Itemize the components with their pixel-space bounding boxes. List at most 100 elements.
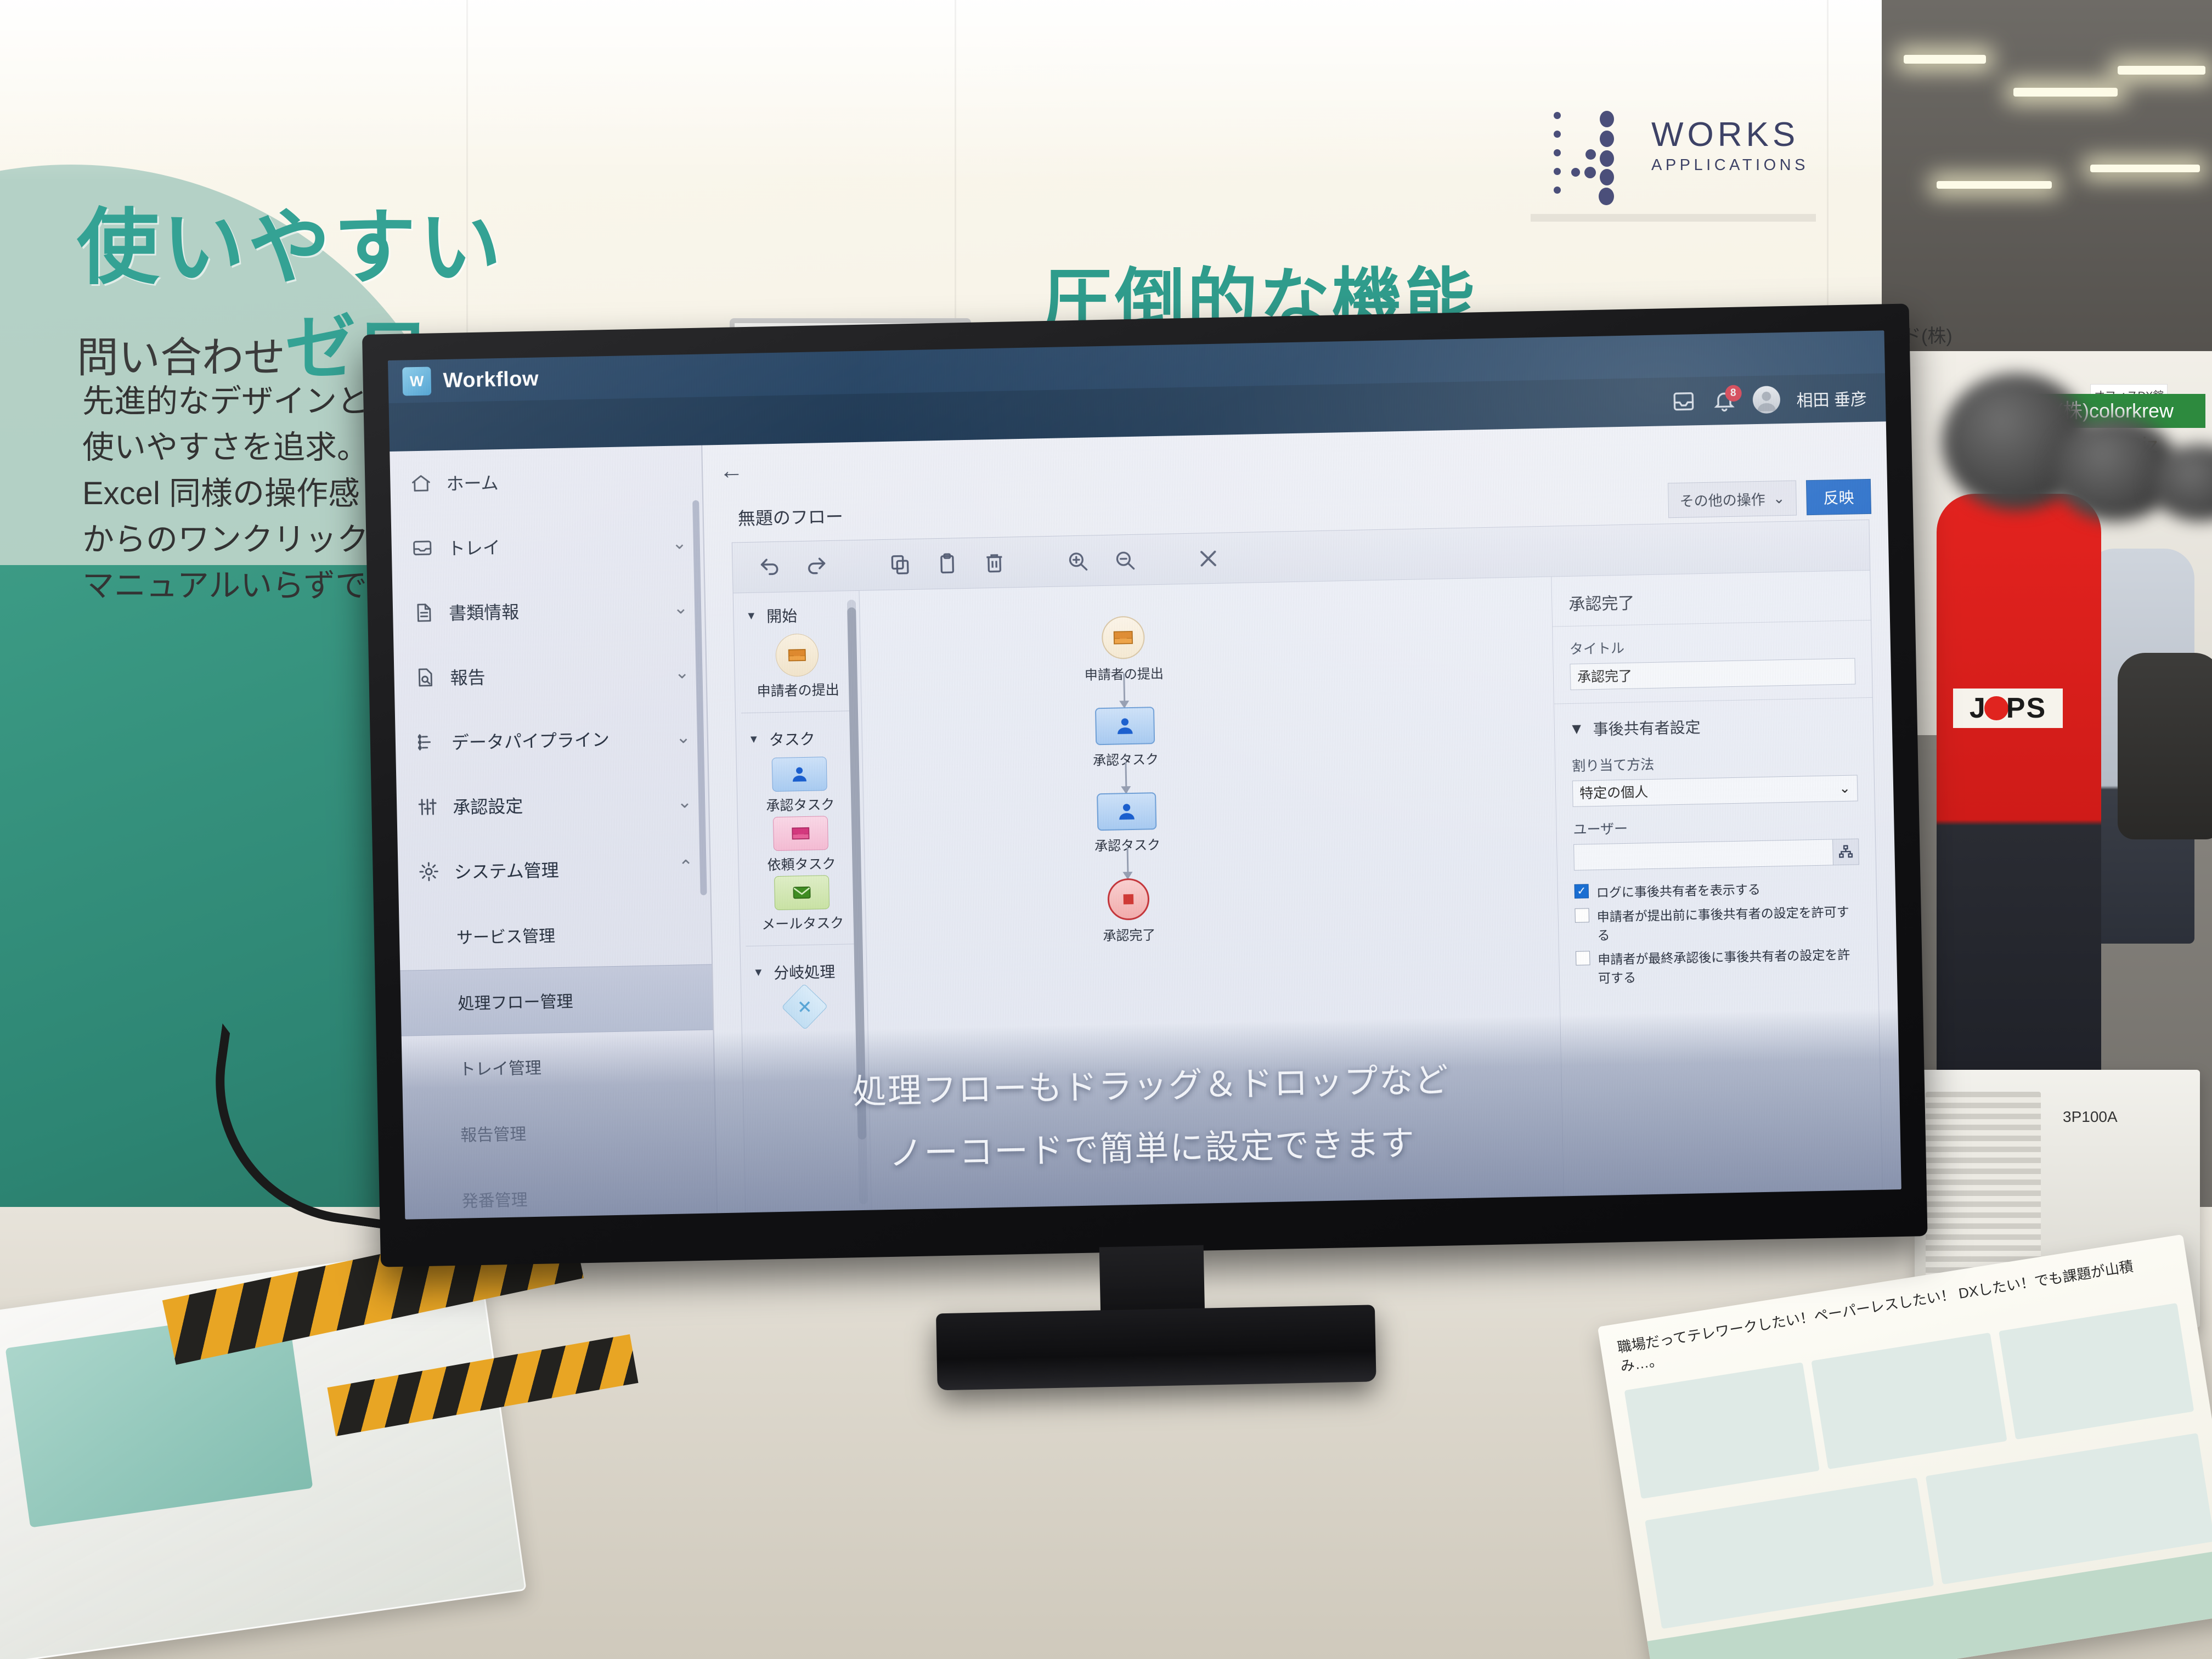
palette-item-label: メールタスク: [761, 915, 844, 933]
report-search-icon: [414, 666, 436, 689]
sidebar-item-6[interactable]: 承認設定 ⌄: [396, 769, 709, 840]
backpack: [2118, 653, 2212, 839]
palette-item-label: 承認タスク: [766, 797, 835, 814]
palette-chip: [772, 757, 828, 792]
flow-node-shape: [1095, 707, 1155, 746]
inbox-icon[interactable]: [1671, 389, 1696, 414]
assign-method-label: 割り当て方法: [1571, 757, 1655, 774]
flow-node-shape: [1101, 616, 1146, 660]
palette-item-mail[interactable]: メールタスク: [760, 875, 844, 934]
redo-icon[interactable]: [805, 555, 828, 578]
chevron-down-icon[interactable]: ⌄: [674, 662, 690, 683]
sidebar-item-label: データパイプライン: [451, 730, 610, 753]
booth-headline-left: 使いやすい: [77, 201, 505, 294]
sidebar-item-label: 書類情報: [448, 602, 520, 623]
subline-pre: 問い合わせ: [77, 335, 285, 381]
chevron-down-icon[interactable]: ⌄: [677, 791, 692, 812]
logo-works-text: WORKS: [1651, 116, 1799, 154]
chevron-down-icon[interactable]: ⌄: [672, 532, 687, 554]
palette-item-submit-tray[interactable]: 申請者の提出: [756, 633, 839, 701]
palette-item-person[interactable]: 承認タスク: [765, 757, 835, 815]
chevron-down-icon[interactable]: ⌄: [673, 597, 689, 618]
copy-icon[interactable]: [888, 552, 912, 576]
sidebar-subitem-2[interactable]: 処理フロー管理: [400, 964, 713, 1036]
avatar[interactable]: [1752, 386, 1781, 414]
other-actions-button[interactable]: その他の操作 ⌄: [1668, 480, 1797, 518]
flow-node-shape: [1097, 792, 1157, 831]
chevron-up-icon[interactable]: ⌃: [678, 856, 693, 877]
palette-divider: [741, 710, 856, 714]
paste-icon[interactable]: [935, 552, 959, 575]
palette-group-items-1: 申請者の提出: [734, 633, 861, 710]
sidebar-item-3[interactable]: 書類情報 ⌄: [392, 575, 705, 646]
palette-chip: [775, 633, 820, 677]
promo-caption-overlay: 処理フローもドラッグ＆ドロップなど ノーコードで簡単に設定できます: [401, 1008, 1901, 1220]
sidebar-subitem-label: サービス管理: [456, 927, 556, 947]
sidebar-item-4[interactable]: 報告 ⌄: [393, 640, 706, 710]
zoom-in-icon[interactable]: [1066, 549, 1090, 573]
pipeline-icon: [415, 731, 438, 753]
person-red-shirt: [1937, 494, 2101, 1086]
chevron-down-icon: ⌄: [1838, 780, 1851, 797]
palette-item-request-tray[interactable]: 依頼タスク: [766, 816, 836, 874]
fit-screen-icon[interactable]: [1197, 546, 1220, 570]
palette-item-branch-x[interactable]: [781, 983, 828, 1030]
flow-node-4[interactable]: 承認完了: [1102, 878, 1156, 944]
post-share-checkbox-2[interactable]: 申請者が提出前に事後共有者の設定を許可する: [1558, 895, 1877, 945]
caret-down-icon: ▼: [1568, 720, 1584, 737]
monitor-stand-base: [936, 1305, 1376, 1391]
photo-scene: 使いやすい 問い合わせゼロを実現します 先進的なデザインと視覚使いやすさを追求。…: [0, 0, 2212, 1659]
sidebar-item-5[interactable]: データパイプライン ⌄: [395, 704, 708, 775]
caret-down-icon: ▼: [748, 733, 759, 746]
flow-node-2[interactable]: 承認タスク: [1092, 707, 1159, 769]
sidebar-subitem-1[interactable]: サービス管理: [399, 898, 712, 970]
sidebar-item-7[interactable]: システム管理 ⌃: [397, 833, 710, 904]
title-label: タイトル: [1569, 640, 1625, 657]
sidebar-item-2[interactable]: トレイ ⌄: [391, 510, 704, 581]
user-field: ユーザー: [1556, 801, 1876, 871]
checkbox-icon[interactable]: [1575, 908, 1589, 923]
works-applications-logo: WORKS APPLICATIONS: [1553, 110, 1838, 219]
post-share-checkbox-group: ログに事後共有者を表示する申請者が提出前に事後共有者の設定を許可する申請者が最終…: [1558, 865, 1878, 988]
post-share-section-header[interactable]: ▼ 事後共有者設定: [1554, 697, 1874, 744]
notification-badge: 8: [1725, 385, 1742, 402]
checkbox-icon[interactable]: [1574, 884, 1589, 899]
jops-badge: J PS: [1953, 689, 2063, 728]
sidebar-item-1[interactable]: ホーム: [390, 445, 702, 516]
post-share-section-label: 事後共有者設定: [1593, 719, 1701, 738]
logo-dots-icon: [1553, 110, 1640, 205]
jops-red-dot-icon: [1984, 696, 2008, 720]
org-tree-icon[interactable]: [1832, 838, 1859, 866]
screen-content: W Workflow 8 相田 垂彦 ホーム トレイ ⌄ 書類情報 ⌄ 報告 ⌄…: [387, 330, 1901, 1220]
sidebar-item-label: 承認設定: [452, 796, 523, 817]
logo-text: WORKS APPLICATIONS: [1651, 115, 1809, 174]
tray-icon: [411, 537, 433, 559]
flow-node-3[interactable]: 承認タスク: [1093, 792, 1160, 854]
user-input[interactable]: [1573, 839, 1833, 871]
apply-button[interactable]: 反映: [1805, 478, 1872, 516]
undo-icon[interactable]: [758, 555, 781, 579]
caret-down-icon: ▼: [746, 610, 757, 622]
palette-divider: [746, 943, 861, 947]
palette-group-header-1[interactable]: ▼ 開始: [733, 591, 860, 635]
flyer-card: [1998, 1303, 2194, 1440]
chevron-down-icon[interactable]: ⌄: [676, 726, 691, 748]
checkbox-icon[interactable]: [1576, 951, 1590, 966]
flyer-card: [1811, 1333, 2007, 1470]
zoom-out-icon[interactable]: [1113, 548, 1137, 572]
flow-node-shape: [1107, 878, 1150, 921]
post-share-checkbox-3[interactable]: 申請者が最終承認後に事後共有者の設定を許可する: [1559, 938, 1878, 988]
monitor: W Workflow 8 相田 垂彦 ホーム トレイ ⌄ 書類情報 ⌄ 報告 ⌄…: [362, 303, 1928, 1391]
sidebar-item-label: 報告: [450, 667, 486, 688]
jops-right-text: PS: [2006, 692, 2047, 724]
back-button[interactable]: ←: [719, 457, 744, 484]
title-input[interactable]: 承認完了: [1570, 658, 1856, 690]
caption-line-2: ノーコードで簡単に設定できます: [888, 1124, 1416, 1173]
delete-icon[interactable]: [983, 551, 1006, 574]
properties-header: 承認完了: [1551, 570, 1871, 627]
action-row: その他の操作 ⌄ 反映: [1668, 478, 1872, 518]
sidebar-subitem-label: 処理フロー管理: [458, 992, 573, 1013]
bell-icon[interactable]: 8: [1712, 385, 1742, 413]
palette-item-label: 依頼タスク: [767, 856, 836, 873]
palette-group-header-2[interactable]: ▼ タスク: [736, 714, 862, 759]
